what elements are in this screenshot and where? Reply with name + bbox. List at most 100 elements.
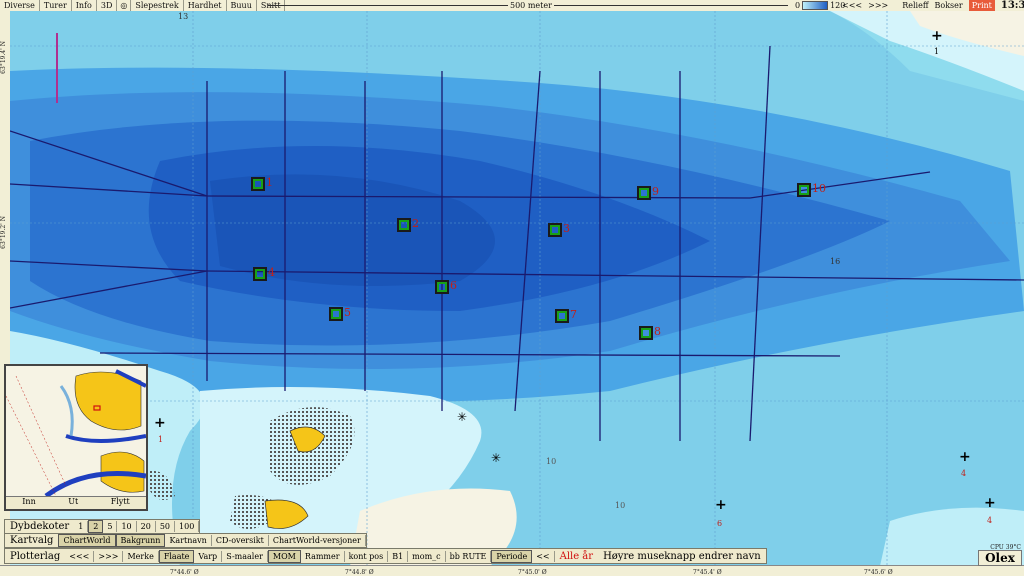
contour-100-button[interactable]: 100 (175, 521, 200, 532)
longitude-ruler: 7°44.6' Ø 7°44.8' Ø 7°45.0' Ø 7°45.4' Ø … (0, 565, 1024, 576)
depth-label: 10 (615, 501, 626, 510)
lat-label: 63°19.4' N (0, 41, 7, 74)
menu-3d[interactable]: 3D (97, 0, 118, 11)
waypoint-marker[interactable] (435, 280, 449, 294)
dybdekoter-label: Dybdekoter (10, 521, 70, 532)
kont-pos-button[interactable]: kont pos (345, 550, 389, 562)
depth-label: 1 (934, 47, 940, 56)
nav-next-button[interactable]: >>> (868, 0, 888, 11)
bb-rute-button[interactable]: bb RUTE (446, 550, 492, 562)
sounding-cross: + (931, 28, 943, 44)
sounding-cross: + (984, 495, 996, 511)
sounding-cross: + (154, 415, 166, 431)
target-icon[interactable]: ◎ (117, 0, 132, 11)
contour-1-button[interactable]: 1 (74, 521, 89, 532)
scale-label: 500 meter (508, 0, 554, 11)
plotter-next-button[interactable]: >>> (94, 550, 124, 562)
olex-logo: Olex (978, 550, 1022, 566)
waypoint-marker[interactable] (397, 218, 411, 232)
nav-prev-button[interactable]: <<< (842, 0, 862, 11)
marker-label: 9 (652, 185, 659, 198)
waypoint-marker[interactable] (548, 223, 562, 237)
menu-buuu[interactable]: Buuu (227, 0, 257, 11)
waypoint-marker[interactable] (251, 177, 265, 191)
depth-legend: 0 120 (795, 1, 846, 10)
lon-label: 7°45.6' Ø (864, 569, 893, 576)
chartworld-button[interactable]: ChartWorld (58, 534, 116, 547)
waypoint-marker[interactable] (329, 307, 343, 321)
depth-label: 4 (961, 469, 967, 478)
marker-label: 5 (344, 306, 351, 319)
print-button[interactable]: Print (968, 0, 995, 11)
b1-button[interactable]: B1 (388, 550, 409, 562)
mom-c-button[interactable]: mom_c (408, 550, 446, 562)
chart-map[interactable]: 1 2 3 4 5 6 7 8 9 10 13 16 10 10 + 1 + 1… (10, 11, 1024, 566)
varp-button[interactable]: Varp (194, 550, 223, 562)
marker-label: 10 (812, 182, 826, 195)
bathymetry-svg (10, 11, 1024, 566)
minimap-svg (6, 366, 146, 499)
plotter-prev-button[interactable]: <<< (65, 550, 95, 562)
flaate-button[interactable]: Flaate (158, 549, 195, 563)
waypoint-marker[interactable] (637, 186, 651, 200)
marker-label: 4 (268, 266, 275, 279)
clock: 13:37:31 (1000, 0, 1024, 11)
relieff-button[interactable]: Relieff (902, 0, 928, 11)
depth-label: 13 (178, 12, 189, 21)
zoom-out-button[interactable]: Ut (68, 497, 78, 509)
sounding-cross: + (715, 497, 727, 513)
waypoint-marker[interactable] (253, 267, 267, 281)
contour-2-button[interactable]: 2 (88, 520, 104, 533)
lon-label: 7°45.0' Ø (518, 569, 547, 576)
periode-prev-button[interactable]: << (532, 550, 555, 562)
contour-20-button[interactable]: 20 (137, 521, 156, 532)
depth-label: 16 (830, 257, 841, 266)
move-button[interactable]: Flytt (111, 497, 130, 509)
sounding-cross: + (959, 449, 971, 465)
bakgrunn-button[interactable]: Bakgrunn (115, 534, 166, 547)
hint-text: Høyre museknapp endrer navn (603, 550, 761, 562)
menu-slepestrek[interactable]: Slepestrek (131, 0, 184, 11)
dybdekoter-panel: Dybdekoter 1 2 5 10 20 50 100 (4, 519, 201, 534)
depth-label: 6 (717, 519, 723, 528)
cd-oversikt-button[interactable]: CD-oversikt (212, 535, 269, 546)
alle-ar-label: Alle år (559, 550, 594, 562)
kartvalg-label: Kartvalg (10, 535, 54, 546)
marker-label: 1 (266, 176, 273, 189)
merke-button[interactable]: Merke (123, 550, 159, 562)
mom-button[interactable]: MOM (267, 549, 301, 563)
depth-gradient (802, 1, 829, 10)
overview-minimap[interactable]: Inn Ut Flytt (4, 364, 148, 511)
chartworld-versjoner-button[interactable]: ChartWorld-versjoner (269, 535, 366, 546)
depth-label: 4 (987, 516, 993, 525)
s-maaler-button[interactable]: S-maaler (222, 550, 268, 562)
depth-label: 10 (546, 457, 557, 466)
waypoint-marker[interactable] (555, 309, 569, 323)
north-arrow-icon (56, 33, 58, 103)
periode-button[interactable]: Periode (491, 549, 533, 563)
zoom-in-button[interactable]: Inn (22, 497, 35, 509)
contour-5-button[interactable]: 5 (103, 521, 118, 532)
kartnavn-button[interactable]: Kartnavn (165, 535, 212, 546)
marker-label: 2 (412, 217, 419, 230)
menu-diverse[interactable]: Diverse (0, 0, 40, 11)
lon-label: 7°45.4' Ø (693, 569, 722, 576)
waypoint-marker[interactable] (639, 326, 653, 340)
menu-info[interactable]: Info (72, 0, 97, 11)
scale-bar: 500 meter (268, 0, 788, 11)
marker-label: 6 (450, 279, 457, 292)
contour-10-button[interactable]: 10 (117, 521, 137, 532)
rammer-button[interactable]: Rammer (301, 550, 345, 562)
menu-hardhet[interactable]: Hardhet (184, 0, 227, 11)
plotterlag-panel: Plotterlag <<< >>> Merke Flaate Varp S-m… (4, 548, 767, 564)
rock-icon: ✳ (457, 410, 468, 424)
menu-turer[interactable]: Turer (40, 0, 72, 11)
lon-label: 7°44.8' Ø (345, 569, 374, 576)
kartvalg-panel: Kartvalg ChartWorld Bakgrunn Kartnavn CD… (4, 533, 367, 548)
marker-label: 3 (563, 222, 570, 235)
marker-label: 7 (570, 308, 577, 321)
contour-50-button[interactable]: 50 (156, 521, 176, 532)
bokser-button[interactable]: Bokser (935, 0, 963, 11)
depth-label: 1 (158, 435, 164, 444)
waypoint-marker[interactable] (797, 183, 811, 197)
